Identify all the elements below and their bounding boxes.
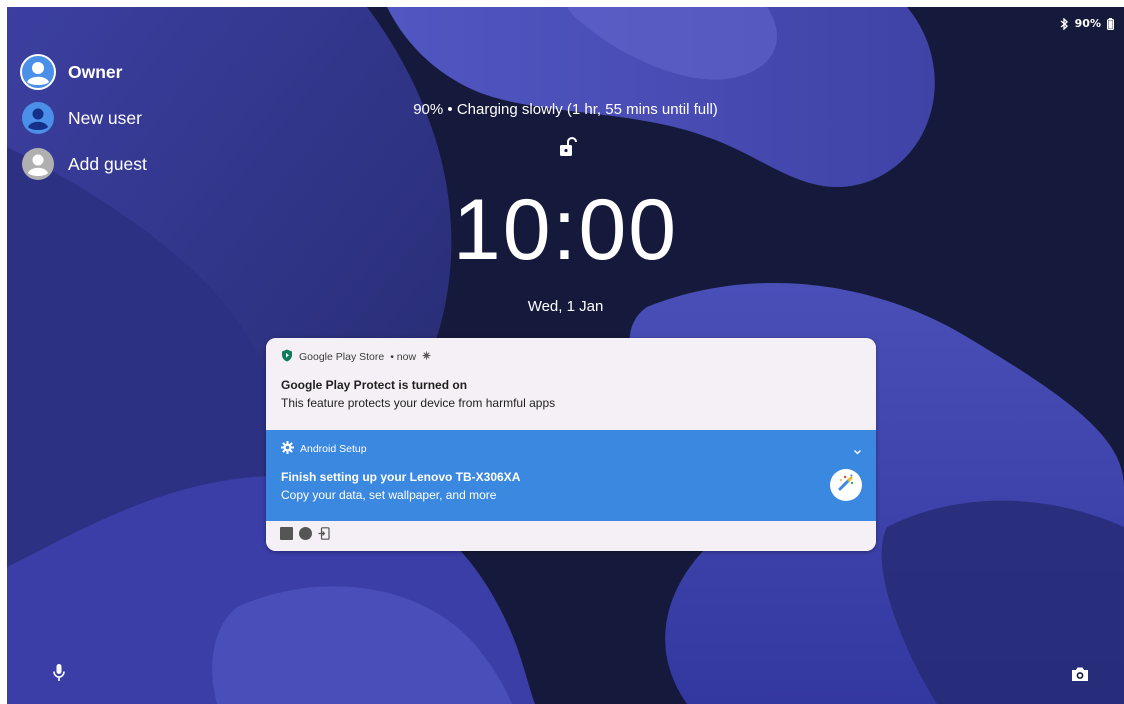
user-owner[interactable]: Owner — [20, 49, 147, 95]
user-label: Add guest — [68, 153, 147, 174]
charging-status: 90% • Charging slowly (1 hr, 55 mins unt… — [413, 101, 718, 118]
status-bar: 90% — [1060, 17, 1114, 30]
notification-text: This feature protects your device from h… — [281, 396, 556, 410]
notification-app-name: Google Play Store — [299, 351, 385, 363]
user-add-guest[interactable]: Add guest — [21, 141, 147, 187]
notification-android-setup[interactable]: Android Setup Finish setting up your Len… — [266, 430, 876, 521]
notification-header: Android Setup — [281, 430, 876, 468]
microphone-icon[interactable] — [52, 663, 66, 688]
date: Wed, 1 Jan — [527, 298, 604, 315]
notification-title: Finish setting up your Lenovo TB-X306XA — [281, 470, 521, 484]
bluetooth-icon — [1060, 17, 1069, 30]
gear-icon — [281, 441, 294, 457]
unlocked-padlock-icon[interactable] — [559, 136, 577, 162]
play-protect-shield-icon — [281, 349, 293, 365]
notification-text: Copy your data, set wallpaper, and more — [281, 488, 497, 502]
notification-stack: Google Play Store • now Google Play Prot… — [266, 338, 876, 551]
notification-status-icon — [422, 351, 431, 363]
battery-icon — [1107, 17, 1114, 30]
camera-icon[interactable] — [1071, 666, 1089, 687]
notification-header: Google Play Store • now — [281, 338, 876, 376]
clock: 10:00 — [452, 182, 679, 278]
user-switcher: Owner New user Add guest — [20, 49, 147, 187]
user-label: Owner — [68, 61, 123, 82]
magic-wand-icon — [836, 473, 856, 498]
battery-percent: 90% — [1074, 17, 1101, 30]
input-icon — [318, 527, 330, 545]
chevron-down-icon[interactable] — [853, 442, 862, 460]
stop-square-icon — [280, 527, 293, 545]
notification-app-name: Android Setup — [300, 443, 367, 455]
lock-screen: 90% Owner New user Add guest 90% • Charg… — [7, 7, 1124, 704]
notification-play-protect[interactable]: Google Play Store • now Google Play Prot… — [266, 338, 876, 430]
notification-footer — [266, 521, 876, 551]
record-circle-icon — [299, 527, 312, 545]
notification-title: Google Play Protect is turned on — [281, 378, 468, 392]
user-avatar-icon — [20, 54, 56, 90]
notification-time: • now — [390, 351, 417, 363]
magic-wand-button[interactable] — [830, 469, 862, 501]
guest-avatar-icon — [21, 147, 55, 181]
